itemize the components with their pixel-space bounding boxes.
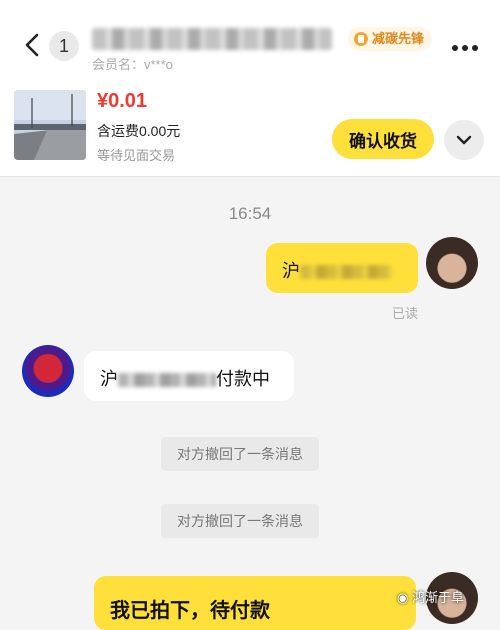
redacted-text (118, 373, 216, 388)
system-notice: 对方撤回了一条消息 (161, 504, 319, 538)
seller-name-blurred (92, 28, 332, 50)
other-avatar[interactable] (22, 345, 74, 397)
watermark-text: 鸿渐于阜 (411, 590, 464, 605)
chat-timestamp: 16:54 (228, 204, 272, 223)
chevron-down-icon[interactable] (444, 120, 484, 160)
confirm-receipt-button[interactable]: 确认收货 (332, 119, 434, 159)
order-header: 1 会员名：v***o 减碳先锋 ¥0.01 含运费0.00元 等待见面交易 确… (0, 0, 500, 176)
shipping-fee: 含运费0.00元 (97, 123, 181, 139)
my-message-bubble[interactable]: 沪 (266, 243, 418, 293)
system-notice: 对方撤回了一条消息 (161, 437, 319, 471)
my-message-text: 沪 (282, 261, 300, 281)
header-divider (0, 176, 500, 177)
back-arrow-icon[interactable] (18, 30, 48, 60)
other-message-prefix: 沪 (100, 369, 118, 389)
my-avatar[interactable] (426, 237, 478, 289)
other-message-suffix: 付款中 (216, 369, 270, 389)
my-last-message-text: 我已拍下，待付款 (110, 600, 270, 622)
carbon-badge[interactable]: 减碳先锋 (348, 27, 433, 51)
order-status: 等待见面交易 (97, 148, 176, 163)
watermark: ◉ 鸿渐于阜 (397, 587, 464, 606)
leaf-icon (354, 32, 368, 46)
my-message-bubble[interactable]: 我已拍下，待付款 (94, 576, 416, 630)
product-thumbnail[interactable] (14, 90, 86, 160)
other-message-bubble[interactable]: 沪 付款中 (84, 351, 294, 401)
read-receipt: 已读 (392, 306, 419, 321)
order-price: ¥0.01 (97, 90, 148, 112)
member-name: 会员名：v***o (92, 57, 173, 72)
redacted-text (300, 265, 392, 280)
weibo-icon: ◉ (397, 590, 412, 605)
carbon-badge-label: 减碳先锋 (372, 31, 425, 46)
more-options-icon[interactable] (452, 38, 482, 51)
unread-count-badge[interactable]: 1 (49, 31, 79, 61)
